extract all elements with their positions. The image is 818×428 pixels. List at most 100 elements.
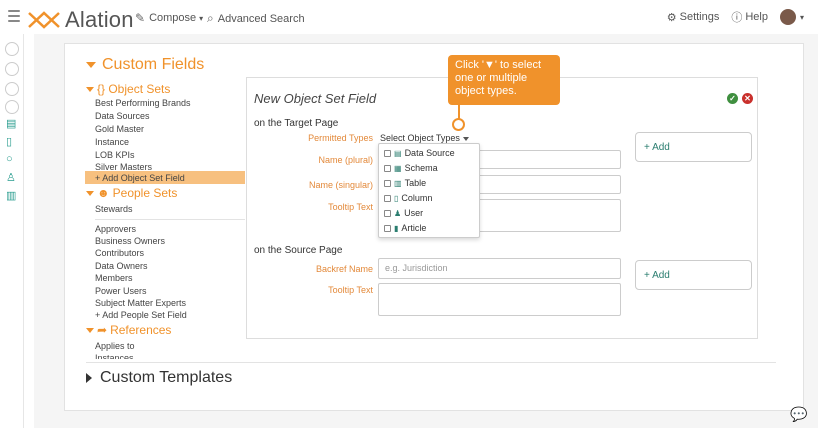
- alation-logo-icon: [28, 11, 60, 29]
- callout-marker: [452, 118, 465, 131]
- list-item[interactable]: Data Owners: [95, 261, 148, 271]
- list-item[interactable]: Instances: [95, 353, 134, 359]
- compose-label: Compose: [149, 12, 197, 24]
- pencil-icon: ✎: [135, 11, 146, 25]
- advanced-search-link[interactable]: ⌕ Advanced Search: [207, 11, 305, 26]
- cancel-icon[interactable]: ✕: [742, 93, 753, 104]
- permitted-types-label: Permitted Types: [308, 133, 373, 143]
- search-icon[interactable]: [5, 42, 19, 56]
- custom-templates-heading[interactable]: Custom Templates: [86, 369, 232, 387]
- user-icon: ♟: [394, 208, 402, 218]
- top-bar: Alation ✎ Compose ▾ ⌕ Advanced Search ⚙ …: [0, 0, 818, 34]
- menu-icon[interactable]: [8, 10, 20, 22]
- caret-down-icon: [462, 136, 469, 141]
- form-title: New Object Set Field: [254, 91, 377, 106]
- option-data-source[interactable]: ▤ Data Source: [384, 148, 455, 158]
- list-item[interactable]: Business Owners: [95, 236, 165, 246]
- compose-menu[interactable]: ✎ Compose ▾: [135, 11, 203, 25]
- brand-name: Alation: [65, 7, 134, 32]
- checkbox[interactable]: [384, 179, 391, 187]
- option-table[interactable]: ▥ Table: [384, 178, 426, 188]
- database-icon: ▤: [394, 148, 402, 158]
- option-label: Table: [404, 178, 427, 188]
- people-sets-title: People Sets: [112, 186, 178, 200]
- chat-icon[interactable]: 💬: [790, 406, 807, 423]
- name-singular-label: Name (singular): [308, 180, 373, 190]
- add-button[interactable]: + Add: [635, 260, 752, 290]
- source-tooltip-area[interactable]: [378, 283, 621, 316]
- list-item[interactable]: Subject Matter Experts: [95, 298, 186, 308]
- list-item[interactable]: LOB KPIs: [95, 150, 135, 160]
- column-icon: ▯: [394, 193, 399, 203]
- rail-circle-icon[interactable]: [5, 100, 19, 114]
- table-icon: ▥: [394, 178, 402, 188]
- option-article[interactable]: ▮ Article: [384, 223, 426, 233]
- list-item[interactable]: Best Performing Brands: [95, 98, 191, 108]
- custom-templates-title: Custom Templates: [100, 369, 233, 386]
- list-item[interactable]: Gold Master: [95, 124, 144, 134]
- user-menu[interactable]: ▾: [779, 9, 804, 25]
- option-label: User: [404, 208, 424, 218]
- chevron-down-icon: ▾: [199, 13, 204, 23]
- caret-down-icon: [86, 190, 94, 196]
- gear-icon: ⚙: [666, 11, 677, 24]
- rail-circle-icon[interactable]: [5, 82, 19, 96]
- option-label: Column: [401, 193, 433, 203]
- checkbox[interactable]: [384, 209, 391, 217]
- object-sets-heading[interactable]: {} Object Sets: [86, 82, 170, 96]
- backref-name-input[interactable]: e.g. Jurisdiction: [378, 258, 621, 279]
- rail-circle-icon[interactable]: [5, 62, 19, 76]
- people-icon: ☻: [97, 186, 110, 200]
- settings-label: Settings: [679, 11, 720, 23]
- help-label: Help: [745, 11, 768, 23]
- document-icon[interactable]: ▯: [6, 135, 12, 148]
- tooltip-callout: Click '▼' to select one or multiple obje…: [448, 55, 560, 105]
- checkbox[interactable]: [384, 224, 391, 232]
- checkbox[interactable]: [384, 164, 391, 172]
- checkbox[interactable]: [384, 194, 391, 202]
- list-item[interactable]: Instance: [95, 137, 129, 147]
- comment-icon[interactable]: ○: [6, 153, 13, 165]
- backref-name-label: Backref Name: [315, 264, 373, 274]
- confirm-icon[interactable]: ✓: [727, 93, 738, 104]
- people-icon[interactable]: ♙: [6, 171, 16, 184]
- checkbox[interactable]: [384, 149, 391, 157]
- source-page-label: on the Source Page: [254, 245, 343, 256]
- tooltip-text-label: Tooltip Text: [328, 202, 373, 212]
- list-item[interactable]: Members: [95, 273, 133, 283]
- list-item[interactable]: Applies to: [95, 341, 135, 351]
- help-link[interactable]: ⓘ Help: [731, 9, 768, 25]
- source-tooltip-label: Tooltip Text: [328, 285, 373, 295]
- option-label: Data Source: [404, 148, 455, 158]
- list-item[interactable]: Contributors: [95, 248, 144, 258]
- option-label: Article: [401, 223, 427, 233]
- add-button[interactable]: + Add: [635, 132, 752, 162]
- custom-fields-heading[interactable]: Custom Fields: [86, 56, 204, 74]
- settings-link[interactable]: ⚙ Settings: [667, 11, 720, 24]
- add-object-set-field-link[interactable]: + Add Object Set Field: [95, 173, 185, 183]
- add-people-set-field-link[interactable]: + Add People Set Field: [95, 310, 187, 320]
- select-object-types-dropdown[interactable]: Select Object Types: [380, 133, 469, 143]
- new-object-set-form: New Object Set Field ✓ ✕ on the Target P…: [246, 77, 758, 339]
- search-icon: ⌕: [207, 11, 214, 25]
- schema-icon: ▦: [394, 163, 402, 173]
- list-item[interactable]: Stewards: [95, 204, 133, 214]
- database-icon[interactable]: ▤: [6, 117, 16, 130]
- option-user[interactable]: ♟ User: [384, 208, 423, 218]
- list-item[interactable]: Approvers: [95, 224, 136, 234]
- left-rail: ▤ ▯ ○ ♙ ▥: [0, 34, 24, 428]
- target-page-label: on the Target Page: [254, 118, 339, 129]
- option-schema[interactable]: ▦ Schema: [384, 163, 438, 173]
- info-icon: ⓘ: [731, 12, 743, 24]
- people-sets-heading[interactable]: ☻ People Sets: [86, 186, 177, 200]
- option-column[interactable]: ▯ Column: [384, 193, 432, 203]
- list-item[interactable]: Data Sources: [95, 111, 150, 121]
- list-item[interactable]: Power Users: [95, 286, 147, 296]
- object-types-dropdown: ▤ Data Source ▦ Schema ▥ Table ▯ Column ♟ Use…: [378, 143, 480, 238]
- references-heading[interactable]: ➦ References: [86, 323, 171, 337]
- alation-logo[interactable]: Alation: [27, 7, 134, 33]
- chart-icon[interactable]: ▥: [6, 189, 16, 202]
- divider: [95, 219, 245, 220]
- caret-down-icon: [86, 86, 94, 92]
- advanced-search-label: Advanced Search: [217, 12, 305, 25]
